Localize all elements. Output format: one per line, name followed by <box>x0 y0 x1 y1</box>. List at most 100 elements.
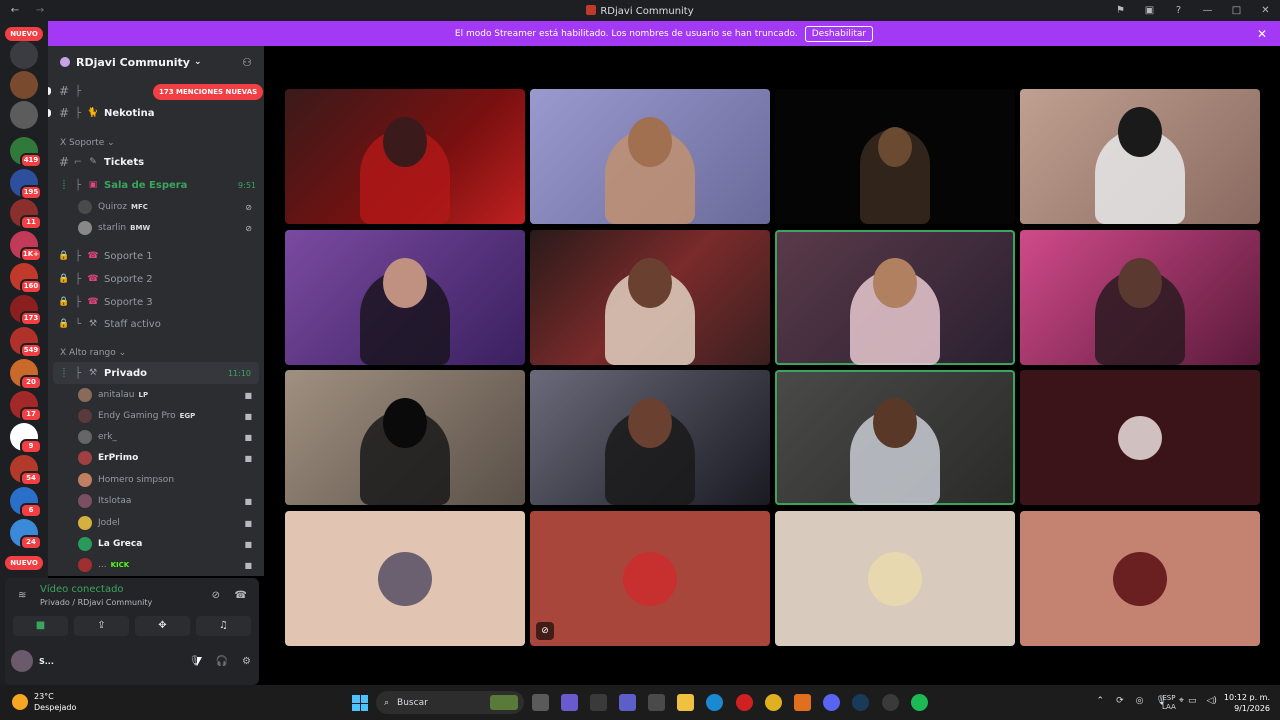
voice-user[interactable]: La Greca ■ <box>78 534 258 554</box>
clock[interactable]: 10:12 p. m. 9/1/2026 <box>1224 692 1270 714</box>
monitor-icon[interactable]: ▭ <box>1188 696 1197 706</box>
maximize-icon[interactable]: □ <box>1222 5 1251 16</box>
server-icon[interactable]: 419 <box>10 137 42 168</box>
video-tile[interactable] <box>1020 230 1260 365</box>
voice-user[interactable]: starlin BMW ⊘ <box>78 218 258 238</box>
mentions-pill[interactable]: 173 MENCIONES NUEVAS <box>153 84 264 100</box>
new-servers-pill[interactable]: NUEVO <box>5 27 43 41</box>
voice-channel-soporte-3[interactable]: 🔒 ├ ☎ Soporte 3 <box>48 291 264 313</box>
server-icon[interactable]: 1K+ <box>10 231 42 262</box>
teams-icon[interactable] <box>619 694 636 711</box>
category-alto-rango[interactable]: X Alto rango ⌄ <box>60 348 126 358</box>
voice-user[interactable]: Homero simpson <box>78 470 258 490</box>
new-servers-pill[interactable]: NUEVO <box>5 556 43 570</box>
search-box[interactable]: ⌕ Buscar <box>376 691 524 714</box>
app-icon[interactable] <box>794 694 811 711</box>
folder-icon[interactable] <box>677 694 694 711</box>
video-tile[interactable] <box>530 89 770 224</box>
inbox-icon[interactable]: ▣ <box>1135 5 1164 16</box>
voice-user[interactable]: ErPrimo ■ <box>78 448 258 468</box>
video-tile[interactable] <box>285 511 525 646</box>
voice-channel-soporte-2[interactable]: 🔒 ├ ☎ Soporte 2 <box>48 268 264 290</box>
server-icon[interactable] <box>10 41 38 69</box>
app-icon[interactable] <box>882 694 899 711</box>
server-icon[interactable]: 54 <box>10 455 42 486</box>
video-tile[interactable] <box>530 370 770 505</box>
voice-channel-privado[interactable]: ⦙ ├ ⚒ Privado 11:10 <box>53 362 259 384</box>
gear-icon[interactable]: ⚙ <box>242 656 251 667</box>
channel-tickets[interactable]: # ⌐ ✎ Tickets <box>48 151 264 173</box>
signal-icon[interactable]: ≋ <box>18 590 26 601</box>
user-area[interactable]: S... <box>11 650 54 672</box>
store-icon[interactable] <box>648 694 665 711</box>
app-icon[interactable] <box>590 694 607 711</box>
back-arrow-icon[interactable]: ← <box>0 5 30 16</box>
guild-header[interactable]: RDjavi Community ⌄ ⚇ <box>48 46 264 78</box>
weather-widget[interactable]: 23°C Despejado <box>12 691 76 713</box>
volume-icon[interactable]: ◁) <box>1207 696 1217 706</box>
voice-channel-sala-espera[interactable]: ⦙ ├ ▣ Sala de Espera 9:51 <box>48 174 264 196</box>
chrome-icon[interactable] <box>765 694 782 711</box>
video-tile[interactable] <box>1020 89 1260 224</box>
help-icon[interactable]: ? <box>1164 5 1193 16</box>
video-tile[interactable] <box>530 230 770 365</box>
voice-user[interactable]: Jodel ■ <box>78 513 258 533</box>
category-soporte[interactable]: X Soporte ⌄ <box>60 138 115 148</box>
flag-icon[interactable]: ⚑ <box>1106 5 1135 16</box>
video-tile[interactable] <box>775 370 1015 505</box>
add-user-icon[interactable]: ⚇ <box>242 56 252 69</box>
windows-start-icon[interactable] <box>352 695 368 711</box>
task-view-icon[interactable] <box>532 694 549 711</box>
server-icon[interactable]: 11 <box>10 199 42 230</box>
server-icon[interactable]: 173 <box>10 295 42 326</box>
video-tile[interactable] <box>1020 370 1260 505</box>
location-icon[interactable]: ⌖ <box>1179 696 1184 706</box>
language-indicator[interactable]: ESP LAA <box>1162 694 1176 712</box>
server-icon[interactable]: 549 <box>10 327 42 358</box>
video-tile[interactable]: ⊘ <box>530 511 770 646</box>
noise-suppression-icon[interactable]: ⊘ <box>212 590 220 601</box>
server-icon[interactable]: 160 <box>10 263 42 294</box>
video-tile[interactable] <box>775 511 1015 646</box>
server-icon[interactable]: 17 <box>10 391 42 422</box>
server-icon[interactable]: 9 <box>10 423 42 454</box>
voice-user[interactable]: Endy Gaming Pro EGP ■ <box>78 406 258 426</box>
vpn-icon[interactable]: ◎ <box>1136 696 1144 706</box>
headphones-icon[interactable]: 🎧 <box>216 656 228 667</box>
server-icon[interactable] <box>10 71 38 99</box>
channel-nekotina[interactable]: # ├ 🐈 Nekotina <box>48 102 264 124</box>
steam-icon[interactable] <box>852 694 869 711</box>
discord-icon[interactable] <box>823 694 840 711</box>
server-icon[interactable] <box>10 101 38 129</box>
server-icon[interactable]: 6 <box>10 487 42 518</box>
video-tile[interactable] <box>285 89 525 224</box>
server-icon[interactable]: 195 <box>10 169 42 200</box>
server-icon[interactable]: 24 <box>10 519 42 550</box>
chevron-up-icon[interactable]: ⌃ <box>1097 696 1105 706</box>
video-tile[interactable] <box>1020 511 1260 646</box>
voice-user[interactable]: anitalau LP ■ <box>78 385 258 405</box>
server-icon[interactable]: 20 <box>10 359 42 390</box>
video-tile[interactable] <box>775 230 1015 365</box>
camera-button[interactable]: ■ <box>13 616 68 636</box>
sync-icon[interactable]: ⟳ <box>1116 696 1124 706</box>
video-tile[interactable] <box>775 89 1015 224</box>
voice-user[interactable]: ... KICK ■ <box>78 555 258 575</box>
soundboard-button[interactable]: ♫ <box>196 616 251 636</box>
disable-button[interactable]: Deshabilitar <box>804 25 874 42</box>
video-tile[interactable] <box>285 230 525 365</box>
video-tile[interactable] <box>285 370 525 505</box>
voice-channel-staff[interactable]: 🔒 └ ⚒ Staff activo <box>48 313 264 335</box>
opera-icon[interactable] <box>736 694 753 711</box>
disconnect-icon[interactable]: ☎ <box>235 590 247 601</box>
forward-arrow-icon[interactable]: → <box>30 5 50 16</box>
edge-icon[interactable] <box>706 694 723 711</box>
voice-user[interactable]: erk_ ■ <box>78 427 258 447</box>
spotify-icon[interactable] <box>911 694 928 711</box>
voice-user[interactable]: Itslotaa ■ <box>78 491 258 511</box>
close-icon[interactable]: ✕ <box>1257 27 1267 41</box>
voice-channel-soporte-1[interactable]: 🔒 ├ ☎ Soporte 1 <box>48 245 264 267</box>
screen-share-button[interactable]: ⇪ <box>74 616 129 636</box>
copilot-icon[interactable] <box>561 694 578 711</box>
voice-user[interactable]: Quiroz MFC ⊘ <box>78 197 258 217</box>
